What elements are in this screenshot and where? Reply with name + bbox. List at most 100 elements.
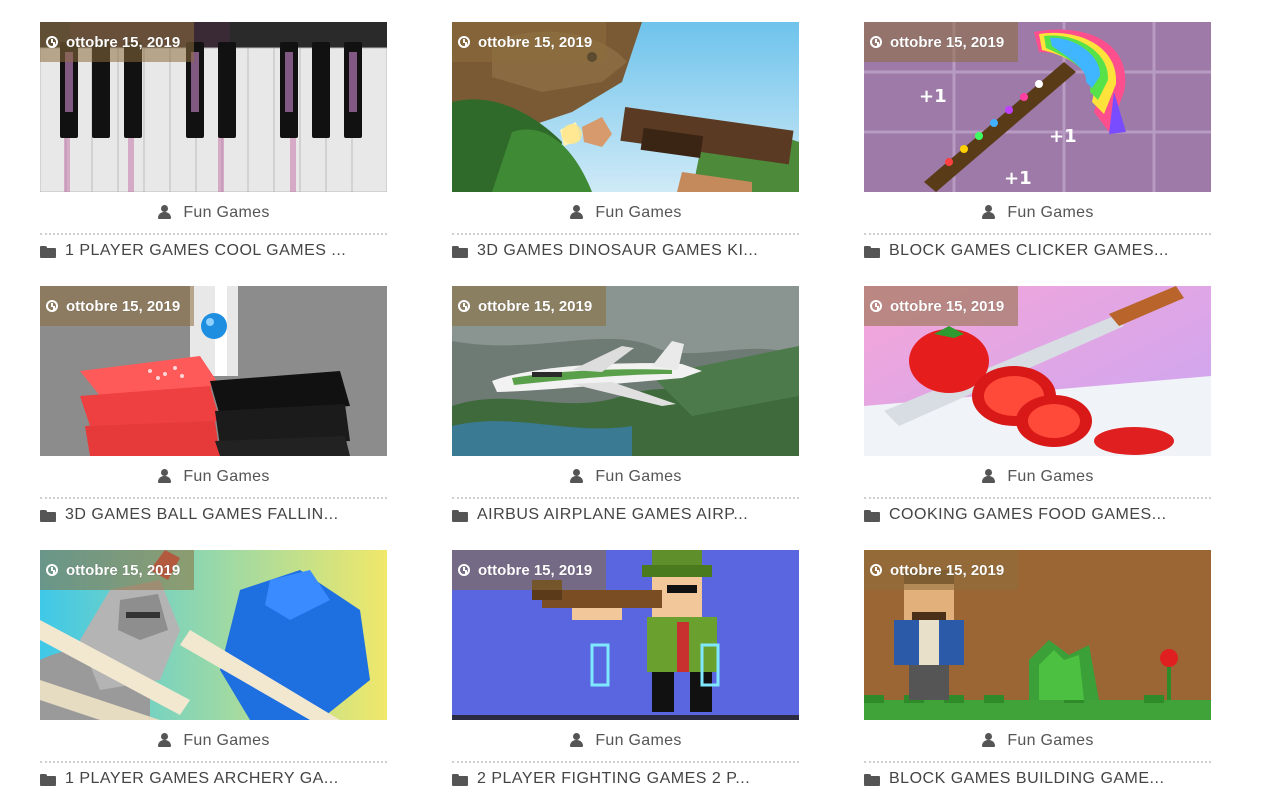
date-badge: ottobre 15, 2019 bbox=[452, 550, 607, 590]
game-thumbnail[interactable]: ottobre 15, 2019 bbox=[864, 286, 1211, 456]
game-grid: ottobre 15, 2019 Fun Games 1 PLAYER GAME… bbox=[40, 22, 1211, 800]
author-line: Fun Games bbox=[864, 192, 1211, 235]
categories-line[interactable]: AIRBUS AIRPLANE GAMES AIRP... bbox=[452, 499, 799, 531]
categories-text[interactable]: 1 PLAYER GAMES COOL GAMES ... bbox=[65, 242, 346, 260]
author-line: Fun Games bbox=[452, 192, 799, 235]
game-card: ottobre 15, 2019 Fun Games 3D GAMES DINO… bbox=[452, 22, 799, 286]
categories-line[interactable]: 3D GAMES DINOSAUR GAMES KI... bbox=[452, 235, 799, 267]
user-icon bbox=[981, 205, 997, 220]
categories-line[interactable]: 2 PLAYER FIGHTING GAMES 2 P... bbox=[452, 763, 799, 795]
game-card: ottobre 15, 2019 Fun Games 1 PLAYER GAME… bbox=[40, 22, 387, 286]
date-badge: ottobre 15, 2019 bbox=[864, 286, 1019, 326]
categories-line[interactable]: COOKING GAMES FOOD GAMES... bbox=[864, 499, 1211, 531]
clock-icon bbox=[870, 300, 882, 312]
game-thumbnail[interactable]: ottobre 15, 2019 bbox=[452, 286, 799, 456]
game-thumbnail[interactable]: ottobre 15, 2019 bbox=[40, 286, 387, 456]
clock-icon bbox=[46, 300, 58, 312]
user-icon bbox=[569, 733, 585, 748]
user-icon bbox=[569, 205, 585, 220]
clock-icon bbox=[46, 36, 58, 48]
clock-icon bbox=[458, 300, 470, 312]
author-name[interactable]: Fun Games bbox=[183, 204, 269, 222]
date-label: ottobre 15, 2019 bbox=[66, 561, 181, 579]
svg-text:+1: +1 bbox=[1004, 168, 1032, 189]
folder-icon bbox=[452, 773, 468, 786]
date-label: ottobre 15, 2019 bbox=[66, 33, 181, 51]
game-thumbnail[interactable]: ottobre 15, 2019 bbox=[452, 22, 799, 192]
author-name[interactable]: Fun Games bbox=[1007, 732, 1093, 750]
game-card: ottobre 15, 2019 Fun Games AIRBUS AIRPLA… bbox=[452, 286, 799, 550]
user-icon bbox=[157, 205, 173, 220]
categories-line[interactable]: BLOCK GAMES CLICKER GAMES... bbox=[864, 235, 1211, 267]
svg-text:+1: +1 bbox=[919, 86, 947, 107]
clock-icon bbox=[458, 36, 470, 48]
date-label: ottobre 15, 2019 bbox=[478, 297, 593, 315]
categories-line[interactable]: BLOCK GAMES BUILDING GAME... bbox=[864, 763, 1211, 795]
game-card: +1 +1 +1 ottobre 15, 2019 Fun Games BLOCK … bbox=[864, 22, 1211, 286]
user-icon bbox=[157, 469, 173, 484]
author-name[interactable]: Fun Games bbox=[595, 468, 681, 486]
clock-icon bbox=[870, 36, 882, 48]
page: ottobre 15, 2019 Fun Games 1 PLAYER GAME… bbox=[0, 0, 1280, 800]
date-badge: ottobre 15, 2019 bbox=[864, 22, 1019, 62]
categories-text[interactable]: BLOCK GAMES CLICKER GAMES... bbox=[889, 242, 1169, 260]
author-line: Fun Games bbox=[864, 720, 1211, 763]
folder-icon bbox=[452, 245, 468, 258]
date-label: ottobre 15, 2019 bbox=[66, 297, 181, 315]
author-name[interactable]: Fun Games bbox=[183, 732, 269, 750]
folder-icon bbox=[452, 509, 468, 522]
author-line: Fun Games bbox=[452, 720, 799, 763]
game-card: ottobre 15, 2019 Fun Games COOKING GAMES… bbox=[864, 286, 1211, 550]
date-badge: ottobre 15, 2019 bbox=[864, 550, 1019, 590]
categories-text[interactable]: 2 PLAYER FIGHTING GAMES 2 P... bbox=[477, 770, 750, 788]
date-badge: ottobre 15, 2019 bbox=[452, 22, 607, 62]
folder-icon bbox=[40, 245, 56, 258]
game-card: ottobre 15, 2019 Fun Games 3D GAMES BALL… bbox=[40, 286, 387, 550]
categories-line[interactable]: 1 PLAYER GAMES ARCHERY GA... bbox=[40, 763, 387, 795]
folder-icon bbox=[864, 773, 880, 786]
categories-text[interactable]: 3D GAMES BALL GAMES FALLIN... bbox=[65, 506, 339, 524]
game-thumbnail[interactable]: ottobre 15, 2019 bbox=[40, 550, 387, 720]
user-icon bbox=[157, 733, 173, 748]
author-name[interactable]: Fun Games bbox=[595, 732, 681, 750]
user-icon bbox=[569, 469, 585, 484]
game-thumbnail[interactable]: ottobre 15, 2019 bbox=[864, 550, 1211, 720]
date-badge: ottobre 15, 2019 bbox=[40, 22, 195, 62]
author-line: Fun Games bbox=[40, 720, 387, 763]
date-label: ottobre 15, 2019 bbox=[890, 561, 1005, 579]
author-name[interactable]: Fun Games bbox=[183, 468, 269, 486]
date-label: ottobre 15, 2019 bbox=[890, 297, 1005, 315]
categories-line[interactable]: 1 PLAYER GAMES COOL GAMES ... bbox=[40, 235, 387, 267]
user-icon bbox=[981, 469, 997, 484]
categories-line[interactable]: 3D GAMES BALL GAMES FALLIN... bbox=[40, 499, 387, 531]
clock-icon bbox=[458, 564, 470, 576]
author-line: Fun Games bbox=[40, 192, 387, 235]
clock-icon bbox=[46, 564, 58, 576]
date-badge: ottobre 15, 2019 bbox=[40, 286, 195, 326]
author-line: Fun Games bbox=[452, 456, 799, 499]
date-badge: ottobre 15, 2019 bbox=[40, 550, 195, 590]
categories-text[interactable]: 1 PLAYER GAMES ARCHERY GA... bbox=[65, 770, 339, 788]
user-icon bbox=[981, 733, 997, 748]
game-thumbnail[interactable]: ottobre 15, 2019 bbox=[452, 550, 799, 720]
author-name[interactable]: Fun Games bbox=[595, 204, 681, 222]
folder-icon bbox=[40, 773, 56, 786]
game-thumbnail[interactable]: +1 +1 +1 ottobre 15, 2019 bbox=[864, 22, 1211, 192]
date-label: ottobre 15, 2019 bbox=[890, 33, 1005, 51]
categories-text[interactable]: BLOCK GAMES BUILDING GAME... bbox=[889, 770, 1164, 788]
folder-icon bbox=[864, 245, 880, 258]
date-label: ottobre 15, 2019 bbox=[478, 561, 593, 579]
author-name[interactable]: Fun Games bbox=[1007, 468, 1093, 486]
date-badge: ottobre 15, 2019 bbox=[452, 286, 607, 326]
categories-text[interactable]: COOKING GAMES FOOD GAMES... bbox=[889, 506, 1167, 524]
categories-text[interactable]: 3D GAMES DINOSAUR GAMES KI... bbox=[477, 242, 758, 260]
date-label: ottobre 15, 2019 bbox=[478, 33, 593, 51]
game-card: ottobre 15, 2019 Fun Games 2 PLAYER FIGH… bbox=[452, 550, 799, 800]
folder-icon bbox=[40, 509, 56, 522]
game-thumbnail[interactable]: ottobre 15, 2019 bbox=[40, 22, 387, 192]
author-line: Fun Games bbox=[40, 456, 387, 499]
clock-icon bbox=[870, 564, 882, 576]
game-card: ottobre 15, 2019 Fun Games 1 PLAYER GAME… bbox=[40, 550, 387, 800]
categories-text[interactable]: AIRBUS AIRPLANE GAMES AIRP... bbox=[477, 506, 748, 524]
author-name[interactable]: Fun Games bbox=[1007, 204, 1093, 222]
